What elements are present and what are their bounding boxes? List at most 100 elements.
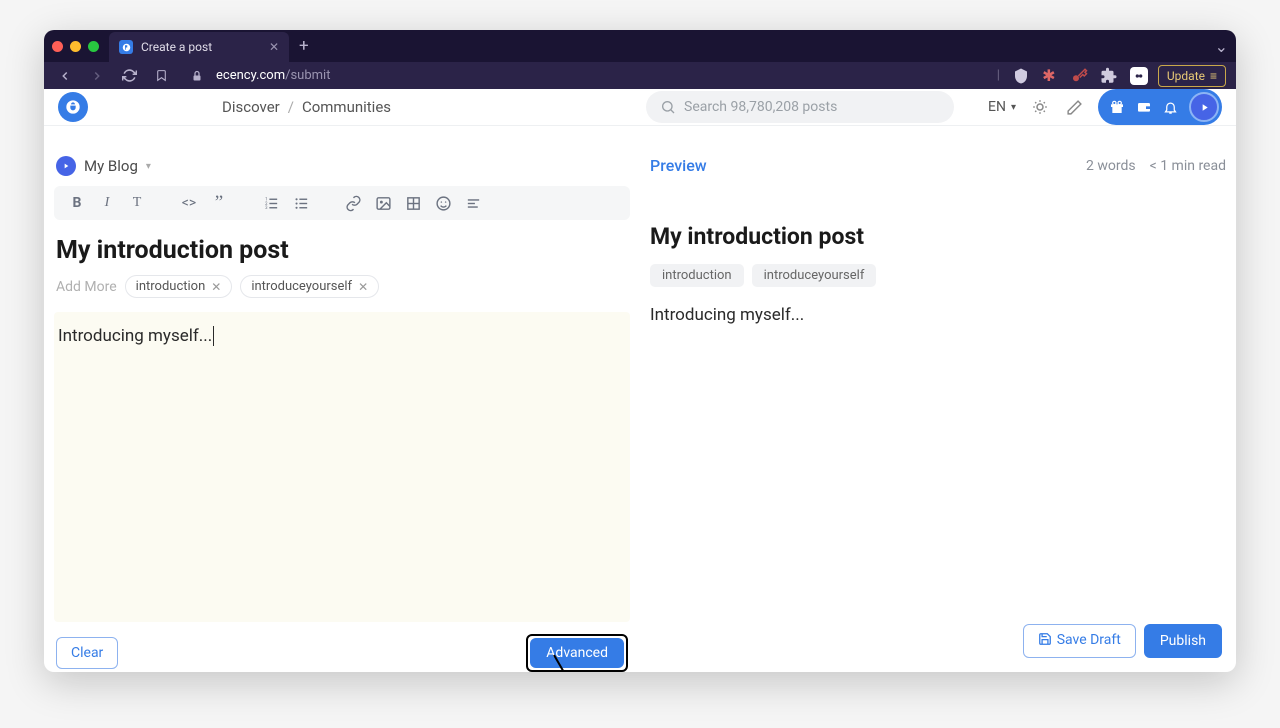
svg-text:3: 3 bbox=[265, 206, 268, 211]
browser-window: Create a post ✕ + ⌄ ecency.com/ bbox=[44, 30, 1236, 672]
code-button[interactable]: <> bbox=[176, 190, 202, 216]
publish-actions: Save Draft Publish bbox=[1023, 624, 1222, 658]
forward-button[interactable] bbox=[86, 65, 108, 87]
window-minimize[interactable] bbox=[70, 41, 81, 52]
preview-title-text: My introduction post bbox=[650, 223, 1226, 250]
url-domain: ecency.com bbox=[216, 68, 285, 83]
table-button[interactable] bbox=[400, 190, 426, 216]
preview-tags: introduction introduceyourself bbox=[650, 264, 1226, 287]
save-draft-label: Save Draft bbox=[1057, 632, 1121, 648]
content-area: My Blog ▾ B I T <> ” 123 bbox=[44, 126, 1236, 672]
align-button[interactable] bbox=[460, 190, 486, 216]
shield-icon[interactable] bbox=[1012, 67, 1030, 85]
image-button[interactable] bbox=[370, 190, 396, 216]
gift-icon[interactable] bbox=[1108, 99, 1125, 116]
toolbar-extensions: ✱ bbox=[1040, 67, 1148, 85]
blog-label: My Blog bbox=[84, 157, 138, 175]
key-icon[interactable] bbox=[1070, 67, 1088, 85]
editor-text: Introducing myself... bbox=[58, 326, 212, 346]
tags-row: Add More introduction ✕ introduceyoursel… bbox=[54, 275, 630, 298]
user-avatar[interactable] bbox=[1189, 92, 1219, 122]
advanced-button[interactable]: Advanced bbox=[530, 638, 624, 668]
emoji-button[interactable] bbox=[430, 190, 456, 216]
window-close[interactable] bbox=[52, 41, 63, 52]
preview-tag: introduction bbox=[650, 264, 744, 287]
chevron-down-icon: ▾ bbox=[1011, 102, 1016, 113]
publish-button[interactable]: Publish bbox=[1144, 624, 1222, 658]
advanced-highlight-box: Advanced bbox=[526, 634, 628, 672]
tag-label: introduceyourself bbox=[251, 279, 352, 294]
preview-meta: 2 words < 1 min read bbox=[1086, 158, 1226, 174]
post-title-input[interactable]: My introduction post bbox=[54, 236, 630, 265]
bookmark-icon[interactable] bbox=[150, 65, 172, 87]
theme-toggle[interactable] bbox=[1030, 97, 1050, 117]
read-time: < 1 min read bbox=[1150, 158, 1226, 174]
preview-body: Introducing myself... bbox=[650, 305, 1226, 325]
lock-icon bbox=[186, 65, 208, 87]
unordered-list-button[interactable] bbox=[288, 190, 314, 216]
blog-avatar bbox=[56, 156, 76, 176]
editor-toolbar: B I T <> ” 123 bbox=[54, 186, 630, 220]
header-nav: Discover / Communities bbox=[222, 98, 391, 116]
heading-button[interactable]: T bbox=[124, 190, 150, 216]
tag-label: introduction bbox=[136, 279, 206, 294]
window-controls bbox=[52, 41, 99, 52]
tabbar-chevron-icon[interactable]: ⌄ bbox=[1215, 37, 1228, 56]
new-tab-button[interactable]: + bbox=[299, 36, 309, 56]
menu-icon: ≡ bbox=[1210, 69, 1217, 83]
word-count: 2 words bbox=[1086, 158, 1136, 174]
preview-tag: introduceyourself bbox=[752, 264, 877, 287]
remove-tag-icon[interactable]: ✕ bbox=[358, 280, 368, 294]
address-bar[interactable]: ecency.com/submit | bbox=[150, 65, 1030, 87]
save-draft-button[interactable]: Save Draft bbox=[1023, 624, 1136, 658]
preview-label: Preview bbox=[650, 156, 707, 175]
blog-selector[interactable]: My Blog ▾ bbox=[54, 156, 630, 176]
browser-toolbar: ecency.com/submit | ✱ Update ≡ bbox=[44, 62, 1236, 89]
app-header: Discover / Communities Search 98,780,208… bbox=[44, 89, 1236, 126]
window-maximize[interactable] bbox=[88, 41, 99, 52]
language-selector[interactable]: EN ▾ bbox=[988, 99, 1016, 115]
back-button[interactable] bbox=[54, 65, 76, 87]
tag-chip: introduceyourself ✕ bbox=[240, 275, 379, 298]
search-placeholder: Search 98,780,208 posts bbox=[684, 99, 837, 115]
editor-column: My Blog ▾ B I T <> ” 123 bbox=[54, 156, 630, 672]
app-logo[interactable] bbox=[58, 92, 88, 122]
nav-communities[interactable]: Communities bbox=[302, 98, 391, 116]
wallet-icon[interactable] bbox=[1135, 99, 1152, 116]
browser-tab-bar: Create a post ✕ + ⌄ bbox=[44, 30, 1236, 62]
reader-icon[interactable] bbox=[1130, 67, 1148, 85]
extension-icon[interactable]: ✱ bbox=[1040, 67, 1058, 85]
tab-favicon bbox=[119, 40, 133, 54]
link-button[interactable] bbox=[340, 190, 366, 216]
user-pill bbox=[1098, 89, 1222, 125]
nav-separator: / bbox=[288, 98, 294, 116]
add-tag-input[interactable]: Add More bbox=[56, 279, 117, 295]
tab-title: Create a post bbox=[141, 40, 261, 54]
editor-actions: Clear Advanced bbox=[54, 634, 630, 672]
browser-tab[interactable]: Create a post ✕ bbox=[109, 32, 289, 62]
puzzle-icon[interactable] bbox=[1100, 67, 1118, 85]
clear-button[interactable]: Clear bbox=[56, 637, 118, 669]
tab-close-icon[interactable]: ✕ bbox=[269, 40, 279, 54]
update-label: Update bbox=[1167, 69, 1205, 83]
italic-button[interactable]: I bbox=[94, 190, 120, 216]
bold-button[interactable]: B bbox=[64, 190, 90, 216]
search-icon bbox=[660, 99, 676, 115]
reload-button[interactable] bbox=[118, 65, 140, 87]
preview-column: Preview 2 words < 1 min read My introduc… bbox=[650, 156, 1226, 672]
url-path: /submit bbox=[285, 68, 330, 83]
update-button[interactable]: Update ≡ bbox=[1158, 65, 1226, 87]
header-right: EN ▾ bbox=[988, 89, 1222, 125]
quote-button[interactable]: ” bbox=[206, 190, 232, 216]
nav-discover[interactable]: Discover bbox=[222, 98, 280, 116]
preview-header: Preview 2 words < 1 min read bbox=[650, 156, 1226, 175]
search-input[interactable]: Search 98,780,208 posts bbox=[646, 91, 954, 123]
editor-body[interactable]: Introducing myself... bbox=[54, 312, 630, 622]
tag-chip: introduction ✕ bbox=[125, 275, 233, 298]
save-icon bbox=[1038, 632, 1052, 650]
compose-icon[interactable] bbox=[1064, 97, 1084, 117]
ordered-list-button[interactable]: 123 bbox=[258, 190, 284, 216]
chevron-down-icon: ▾ bbox=[146, 161, 151, 172]
bell-icon[interactable] bbox=[1162, 99, 1179, 116]
remove-tag-icon[interactable]: ✕ bbox=[211, 280, 221, 294]
